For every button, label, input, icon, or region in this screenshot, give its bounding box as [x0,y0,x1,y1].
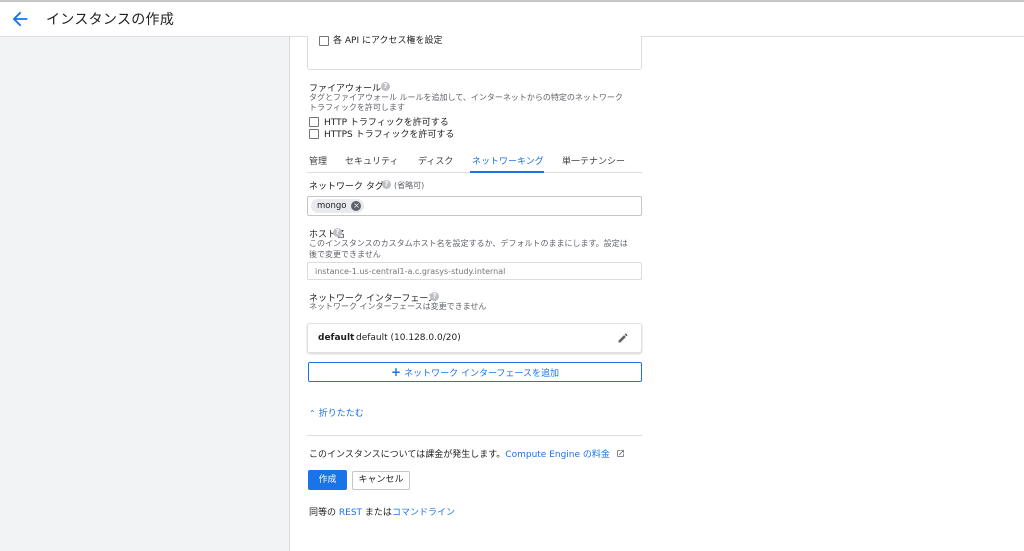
firewall-description-2: トラフィックを許可します [309,103,405,112]
network-interface-row[interactable]: default default (10.128.0.0/20) [307,323,642,353]
nic-detail: default (10.128.0.0/20) [356,333,461,343]
api-access-card: 各 API にアクセス権を設定 [307,36,642,70]
collapse-link[interactable]: ⌃ 折りたたむ [309,406,364,419]
footer-prefix: 同等の [309,508,337,518]
page-title: インスタンスの作成 [46,12,175,28]
pricing-link[interactable]: Compute Engine の料金 [505,450,610,460]
active-tab-indicator [470,171,544,173]
equivalent-footer: 同等の REST またはコマンドライン [309,505,455,518]
network-tags-input[interactable]: mongo × [307,196,642,216]
add-network-interface-label: ネットワーク インターフェースを追加 [404,369,559,379]
billing-text: このインスタンスについては課金が発生します。 [309,450,506,460]
chip-remove-icon[interactable]: × [351,201,362,211]
plus-icon: + [391,365,402,379]
api-access-checkbox[interactable] [319,36,329,46]
tab-management[interactable]: 管理 [309,154,327,167]
add-network-interface-button[interactable]: + ネットワーク インターフェースを追加 [308,362,642,382]
tab-disks[interactable]: ディスク [418,154,453,167]
https-label: HTTPS トラフィックを許可する [324,130,455,140]
top-app-bar: インスタンスの作成 [0,0,1024,37]
network-tags-optional: (省略可) [394,181,425,190]
cancel-button[interactable]: キャンセル [352,471,410,490]
tag-chip-label: mongo [317,201,347,211]
network-tags-help-icon[interactable]: ? [382,180,391,189]
network-tags-label: ネットワーク タグ [309,182,384,192]
rest-link[interactable]: REST [339,508,362,518]
pencil-edit-icon[interactable] [617,332,629,344]
http-checkbox[interactable] [309,117,319,127]
footer-middle: または [364,508,392,518]
hostname-description-1: このインスタンスのカスタムホスト名を設定するか、デフォルトのままにします。設定は [309,239,628,248]
left-pane [0,37,290,551]
tab-security[interactable]: セキュリティ [345,154,398,167]
command-line-link[interactable]: コマンドライン [392,508,455,518]
hostname-input[interactable] [307,262,642,280]
network-interfaces-description: ネットワーク インターフェースは変更できません [309,302,487,311]
hostname-description-2: 後で変更できません [309,250,381,259]
https-checkbox[interactable] [309,129,319,139]
back-arrow-icon[interactable] [9,8,31,30]
collapse-label: 折りたたむ [318,409,364,419]
chevron-up-icon: ⌃ [309,409,316,418]
tag-chip: mongo × [311,199,365,213]
billing-notice: このインスタンスについては課金が発生します。Compute Engine の料金 [309,447,625,460]
nic-name: default [318,333,355,343]
hostname-help-icon[interactable]: ? [333,228,342,237]
firewall-help-icon[interactable]: ? [381,82,390,91]
tab-sole-tenancy[interactable]: 単一テナンシー [562,154,625,167]
tab-networking[interactable]: ネットワーキング [472,154,544,167]
api-access-label: 各 API にアクセス権を設定 [333,36,443,46]
create-button[interactable]: 作成 [308,470,347,490]
section-divider [307,435,642,436]
network-interfaces-help-icon[interactable]: ? [430,292,439,301]
external-link-icon[interactable] [616,449,625,458]
